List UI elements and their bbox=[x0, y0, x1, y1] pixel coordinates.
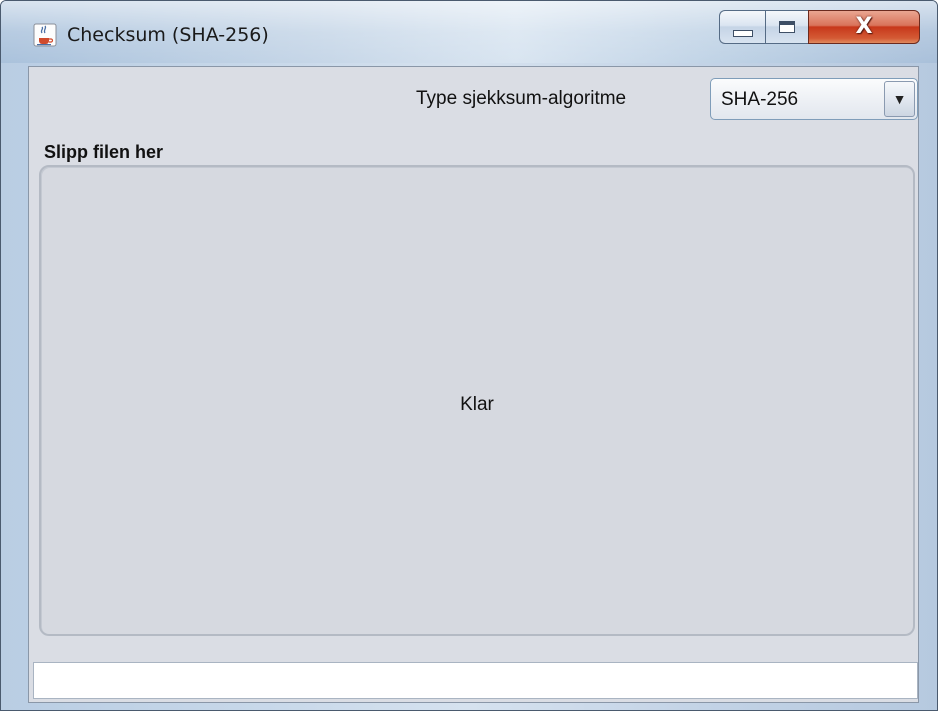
close-button[interactable]: X bbox=[808, 10, 920, 44]
drop-zone-status: Klar bbox=[460, 394, 494, 415]
chevron-down-icon: ▼ bbox=[892, 91, 907, 107]
algorithm-select[interactable]: SHA-256 ▼ bbox=[710, 78, 918, 120]
algorithm-dropdown-button[interactable]: ▼ bbox=[884, 81, 915, 117]
close-icon: X bbox=[855, 14, 873, 39]
algorithm-selected-value: SHA-256 bbox=[721, 89, 799, 110]
title-bar[interactable]: Checksum (SHA-256) X bbox=[1, 1, 937, 63]
maximize-button[interactable] bbox=[765, 10, 808, 44]
app-window: Checksum (SHA-256) X Type sjekksum-algor… bbox=[0, 0, 938, 711]
status-field[interactable] bbox=[33, 662, 918, 699]
minimize-icon bbox=[732, 29, 753, 37]
content-pane: Type sjekksum-algoritme SHA-256 ▼ Slipp … bbox=[28, 66, 919, 703]
window-title: Checksum (SHA-256) bbox=[67, 24, 269, 46]
file-drop-zone[interactable]: Klar bbox=[39, 165, 915, 636]
maximize-icon bbox=[779, 21, 795, 33]
drop-zone-title: Slipp filen her bbox=[44, 142, 164, 162]
minimize-button[interactable] bbox=[719, 10, 765, 44]
java-coffee-cup-icon bbox=[33, 23, 57, 47]
algorithm-label: Type sjekksum-algoritme bbox=[416, 88, 627, 109]
